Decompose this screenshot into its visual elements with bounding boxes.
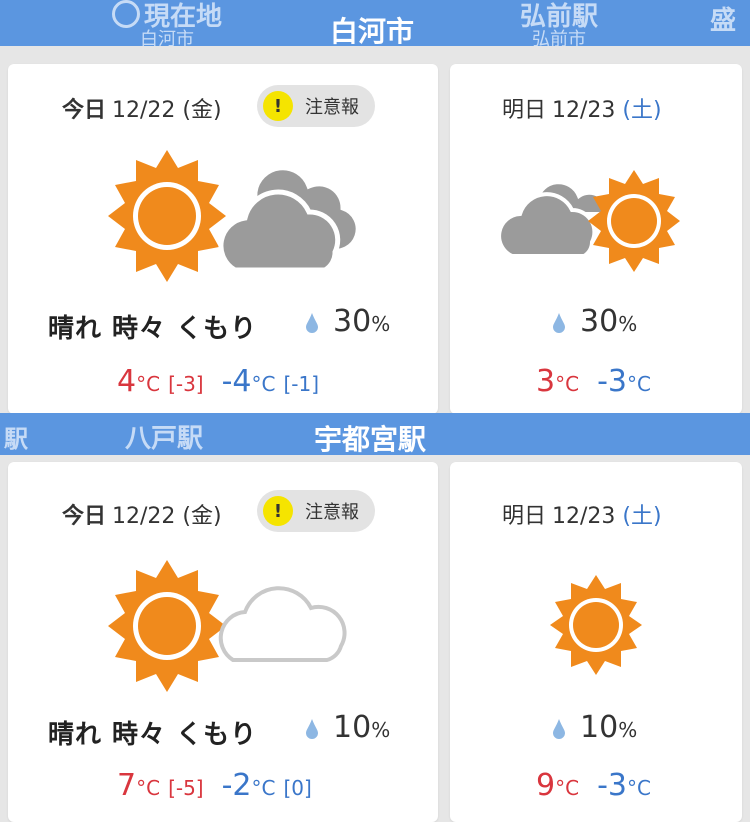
today-date-1: 今日 12/22 (金) — [62, 92, 222, 124]
tab-hirosaki-station[interactable]: 弘前駅 弘前市 — [520, 0, 598, 46]
rain-chance-tomorrow-1: 30% — [552, 304, 637, 339]
today-date-2: 今日 12/22 (金) — [62, 498, 222, 530]
alert-label: 注意報 — [305, 97, 359, 118]
low-diff: [-1] — [283, 372, 320, 396]
today-label: 今日 — [62, 98, 107, 123]
high-unit: °C — [136, 372, 161, 396]
alert-badge-1[interactable]: ! 注意報 — [257, 85, 375, 127]
target-icon — [112, 0, 140, 28]
today-weekday: (金) — [182, 98, 222, 123]
raindrop-icon — [306, 719, 318, 739]
high-temp: 3 — [536, 364, 556, 399]
low-unit: °C — [626, 776, 651, 800]
tomorrow-date-value: 12/23 — [552, 504, 616, 529]
sun-icon — [108, 150, 226, 282]
rain-value: 30 — [580, 304, 619, 339]
sun-icon — [550, 575, 642, 675]
location-tab-bar-top: 現在地 白河市 白河市 弘前駅 弘前市 盛 — [0, 0, 750, 46]
cloud-icon — [218, 586, 347, 662]
rain-chance-today-2: 10% — [305, 710, 390, 745]
today-weekday: (金) — [182, 504, 222, 529]
high-unit: °C — [555, 372, 580, 396]
sun-icon — [108, 560, 226, 692]
tab-current-location[interactable]: 現在地 白河市 — [112, 0, 222, 46]
today-date-value: 12/22 — [112, 504, 176, 529]
tab-active-shirakawa[interactable]: 白河市 — [330, 10, 414, 46]
tab-active-label: 宇都宮駅 — [314, 423, 427, 455]
tab-current-location-label: 現在地 — [144, 2, 223, 32]
tab-current-location-sub: 白河市 — [140, 29, 194, 47]
today-label: 今日 — [62, 504, 107, 529]
tomorrow-label: 明日 — [502, 504, 547, 529]
tab-far-left-label: 駅 — [4, 425, 28, 453]
tab-far-right[interactable]: 盛 — [710, 0, 736, 37]
rain-unit: % — [618, 312, 638, 336]
sun-cloud-icon — [108, 150, 361, 282]
tab-far-left[interactable]: 駅 — [4, 419, 28, 454]
low-diff: [0] — [283, 776, 312, 800]
temps-tomorrow-1: 3 °C -3 °C — [536, 364, 651, 399]
tab-active-utsunomiya[interactable]: 宇都宮駅 — [314, 418, 426, 455]
sun-icon — [588, 170, 680, 272]
rain-unit: % — [618, 718, 638, 742]
weather-description-1: 晴れ 時々 くもり — [48, 314, 258, 344]
high-temp: 7 — [117, 768, 137, 803]
high-diff: [-3] — [168, 372, 204, 396]
tab-hirosaki-label: 弘前駅 — [520, 2, 599, 32]
temps-today-1: 4 °C [-3] -4 °C [-1] — [117, 364, 319, 399]
high-temp: 9 — [536, 768, 556, 803]
low-temp: -3 — [597, 364, 627, 399]
raindrop-icon — [306, 313, 318, 333]
alert-icon: ! — [263, 496, 293, 526]
low-unit: °C — [626, 372, 651, 396]
tomorrow-date-2: 明日 12/23 (土) — [502, 498, 662, 530]
tab-far-right-label: 盛 — [710, 6, 737, 36]
rain-value: 10 — [580, 710, 619, 745]
temps-tomorrow-2: 9 °C -3 °C — [536, 768, 651, 803]
low-temp: -3 — [597, 768, 627, 803]
tomorrow-weekday: (土) — [622, 98, 662, 123]
raindrop-icon — [553, 313, 565, 333]
cloud-sun-icon — [497, 170, 680, 272]
high-unit: °C — [555, 776, 580, 800]
rain-chance-tomorrow-2: 10% — [552, 710, 637, 745]
tab-active-label: 白河市 — [330, 15, 415, 46]
alert-label: 注意報 — [305, 502, 359, 523]
tomorrow-date-1: 明日 12/23 (土) — [502, 92, 662, 124]
location-tab-bar-mid: 駅 八戸駅 宇都宮駅 — [0, 413, 750, 455]
alert-icon: ! — [263, 91, 293, 121]
alert-badge-2[interactable]: ! 注意報 — [257, 490, 375, 532]
raindrop-icon — [553, 719, 565, 739]
rain-value: 10 — [333, 710, 372, 745]
cloud-icon — [218, 165, 361, 273]
rain-chance-today-1: 30% — [305, 304, 390, 339]
temps-today-2: 7 °C [-5] -2 °C [0] — [117, 768, 312, 803]
low-unit: °C — [251, 372, 276, 396]
rain-unit: % — [371, 718, 391, 742]
high-diff: [-5] — [168, 776, 204, 800]
tomorrow-date-value: 12/23 — [552, 98, 616, 123]
tab-hachinohe-label: 八戸駅 — [125, 424, 204, 454]
weather-description-2: 晴れ 時々 くもり — [48, 720, 258, 750]
tomorrow-weekday: (土) — [622, 504, 662, 529]
high-temp: 4 — [117, 364, 137, 399]
low-unit: °C — [251, 776, 276, 800]
low-temp: -4 — [221, 364, 252, 399]
rain-value: 30 — [333, 304, 372, 339]
low-temp: -2 — [221, 768, 252, 803]
rain-unit: % — [371, 312, 391, 336]
high-unit: °C — [136, 776, 161, 800]
today-date-value: 12/22 — [112, 98, 176, 123]
tomorrow-label: 明日 — [502, 98, 547, 123]
sun-cloud-icon — [108, 560, 347, 692]
tab-hachinohe-station[interactable]: 八戸駅 — [125, 418, 203, 455]
tab-hirosaki-sub: 弘前市 — [532, 29, 586, 47]
